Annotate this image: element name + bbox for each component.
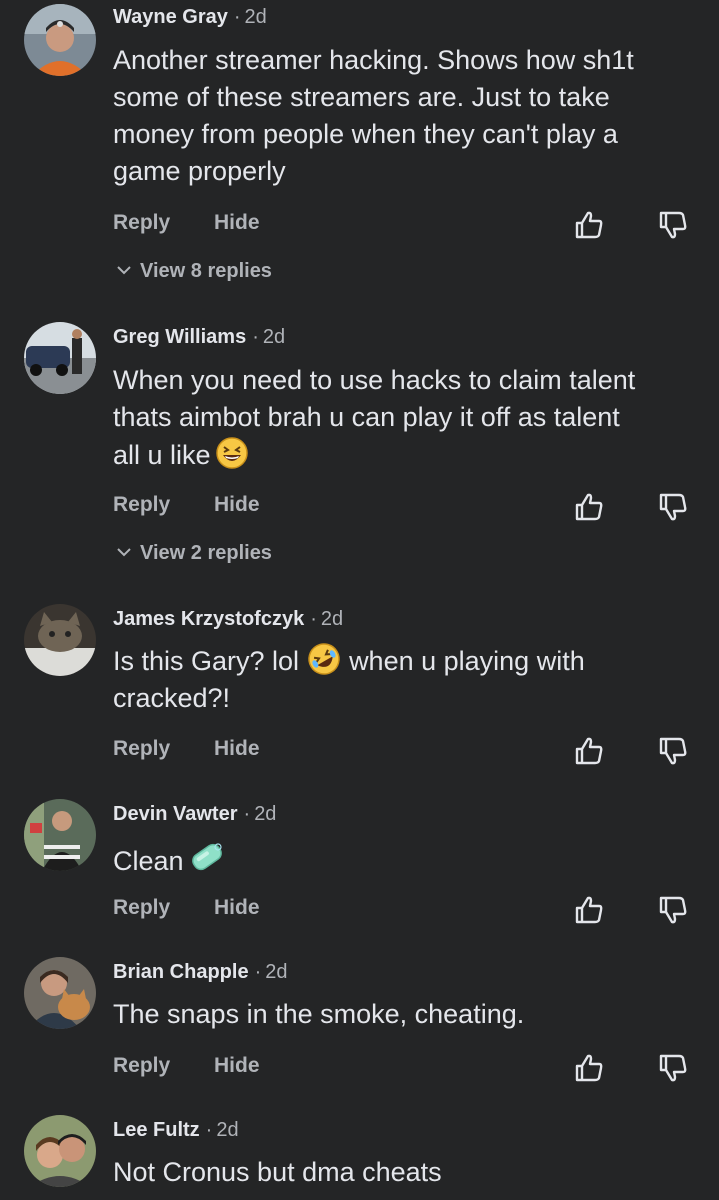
author-name[interactable]: James Krzystofczyk — [113, 608, 304, 630]
comment-line: Not Cronus but dma cheats — [113, 1157, 442, 1187]
timestamp[interactable]: 2d — [245, 6, 267, 28]
timestamp[interactable]: 2d — [263, 326, 285, 348]
thumbs-down-icon[interactable] — [657, 735, 689, 767]
comment-actions: Reply Hide — [113, 493, 260, 517]
author-name[interactable]: Lee Fultz — [113, 1119, 200, 1141]
thumbs-down-icon[interactable] — [657, 491, 689, 523]
hide-button[interactable]: Hide — [214, 896, 260, 920]
thumbs-up-icon[interactable] — [573, 894, 605, 926]
comment-meta: Lee Fultz · 2d — [113, 1119, 239, 1142]
avatar-photo — [24, 1115, 96, 1187]
avatar[interactable] — [24, 604, 96, 676]
author-name[interactable]: Wayne Gray — [113, 6, 228, 28]
thumbs-up-icon[interactable] — [573, 491, 605, 523]
avatar-photo — [24, 4, 96, 76]
avatar[interactable] — [24, 1115, 96, 1187]
comment-line: game properly — [113, 156, 286, 186]
reply-button[interactable]: Reply — [113, 896, 170, 919]
comment-line: all u like — [113, 436, 703, 474]
separator: · — [310, 608, 317, 630]
separator: · — [252, 326, 259, 348]
comment-line-text: Clean — [113, 846, 184, 876]
comment-meta: Brian Chapple · 2d — [113, 961, 288, 984]
separator: · — [233, 6, 241, 28]
view-replies-label: View 2 replies — [140, 542, 272, 564]
comment-meta: Wayne Gray · 2d — [113, 6, 267, 29]
view-replies-label: View 8 replies — [140, 260, 272, 282]
chevron-down-icon — [116, 546, 132, 558]
soap-emoji — [188, 838, 226, 876]
avatar-photo — [24, 604, 96, 676]
rolling-on-floor-laughing-emoji — [307, 642, 341, 676]
comment-line-text: all u like — [113, 440, 211, 470]
author-name[interactable]: Devin Vawter — [113, 803, 238, 825]
timestamp[interactable]: 2d — [265, 961, 287, 983]
thumbs-up-icon[interactable] — [573, 1052, 605, 1084]
avatar[interactable] — [24, 799, 96, 871]
avatar[interactable] — [24, 4, 96, 76]
avatar-photo — [24, 799, 96, 871]
comment-meta: James Krzystofczyk · 2d — [113, 608, 343, 631]
comment-meta: Greg Williams · 2d — [113, 326, 285, 349]
comment-text: The snaps in the smoke, cheating. — [113, 996, 703, 1033]
reply-button[interactable]: Reply — [113, 1054, 170, 1077]
reply-button[interactable]: Reply — [113, 493, 170, 516]
comment-text: Is this Gary? lol when u playing with cra… — [113, 642, 703, 717]
comment-line: money from people when they can't play a — [113, 119, 618, 149]
comment-line: Is this Gary? lol when u playing with — [113, 642, 703, 680]
comment-line: When you need to use hacks to claim tale… — [113, 365, 636, 395]
thumbs-down-icon[interactable] — [657, 209, 689, 241]
avatar-photo — [24, 322, 96, 394]
reply-button[interactable]: Reply — [113, 737, 170, 760]
timestamp[interactable]: 2d — [254, 803, 276, 825]
author-name[interactable]: Brian Chapple — [113, 961, 249, 983]
comment-actions: Reply Hide — [113, 211, 260, 235]
hide-button[interactable]: Hide — [214, 737, 260, 761]
comment-line: thats aimbot brah u can play it off as t… — [113, 402, 620, 432]
comment-meta: Devin Vawter · 2d — [113, 803, 276, 826]
comment-actions: Reply Hide — [113, 737, 260, 761]
thumbs-down-icon[interactable] — [657, 1052, 689, 1084]
comment-actions: Reply Hide — [113, 896, 260, 920]
separator: · — [243, 803, 251, 825]
separator: · — [205, 1119, 213, 1141]
comment-text: Not Cronus but dma cheats — [113, 1154, 703, 1191]
hide-button[interactable]: Hide — [214, 211, 260, 235]
avatar-photo — [24, 957, 96, 1029]
timestamp[interactable]: 2d — [216, 1119, 238, 1141]
separator: · — [254, 961, 262, 983]
view-replies-link[interactable]: View 8 replies — [116, 260, 272, 283]
author-name[interactable]: Greg Williams — [113, 326, 246, 348]
thumbs-up-icon[interactable] — [573, 735, 605, 767]
chevron-down-icon — [116, 264, 132, 276]
reply-button[interactable]: Reply — [113, 211, 170, 234]
comment-line: Another streamer hacking. Shows how sh1t — [113, 45, 634, 75]
hide-button[interactable]: Hide — [214, 493, 260, 517]
comment-line: The snaps in the smoke, cheating. — [113, 999, 525, 1029]
comment-line: cracked?! — [113, 683, 231, 713]
comment-line-text: when u playing with — [349, 646, 585, 676]
thumbs-down-icon[interactable] — [657, 894, 689, 926]
timestamp[interactable]: 2d — [321, 608, 343, 630]
hide-button[interactable]: Hide — [214, 1054, 260, 1078]
view-replies-link[interactable]: View 2 replies — [116, 542, 272, 565]
comment-actions: Reply Hide — [113, 1054, 260, 1078]
comment-text: Clean — [113, 838, 703, 880]
comment-line-text: Is this Gary? lol — [113, 646, 300, 676]
comment-line: some of these streamers are. Just to tak… — [113, 82, 610, 112]
thumbs-up-icon[interactable] — [573, 209, 605, 241]
comment-text: Another streamer hacking. Shows how sh1t… — [113, 42, 703, 190]
avatar[interactable] — [24, 322, 96, 394]
grinning-squinting-face-emoji — [215, 436, 249, 470]
comment-text: When you need to use hacks to claim tale… — [113, 362, 703, 474]
avatar[interactable] — [24, 957, 96, 1029]
